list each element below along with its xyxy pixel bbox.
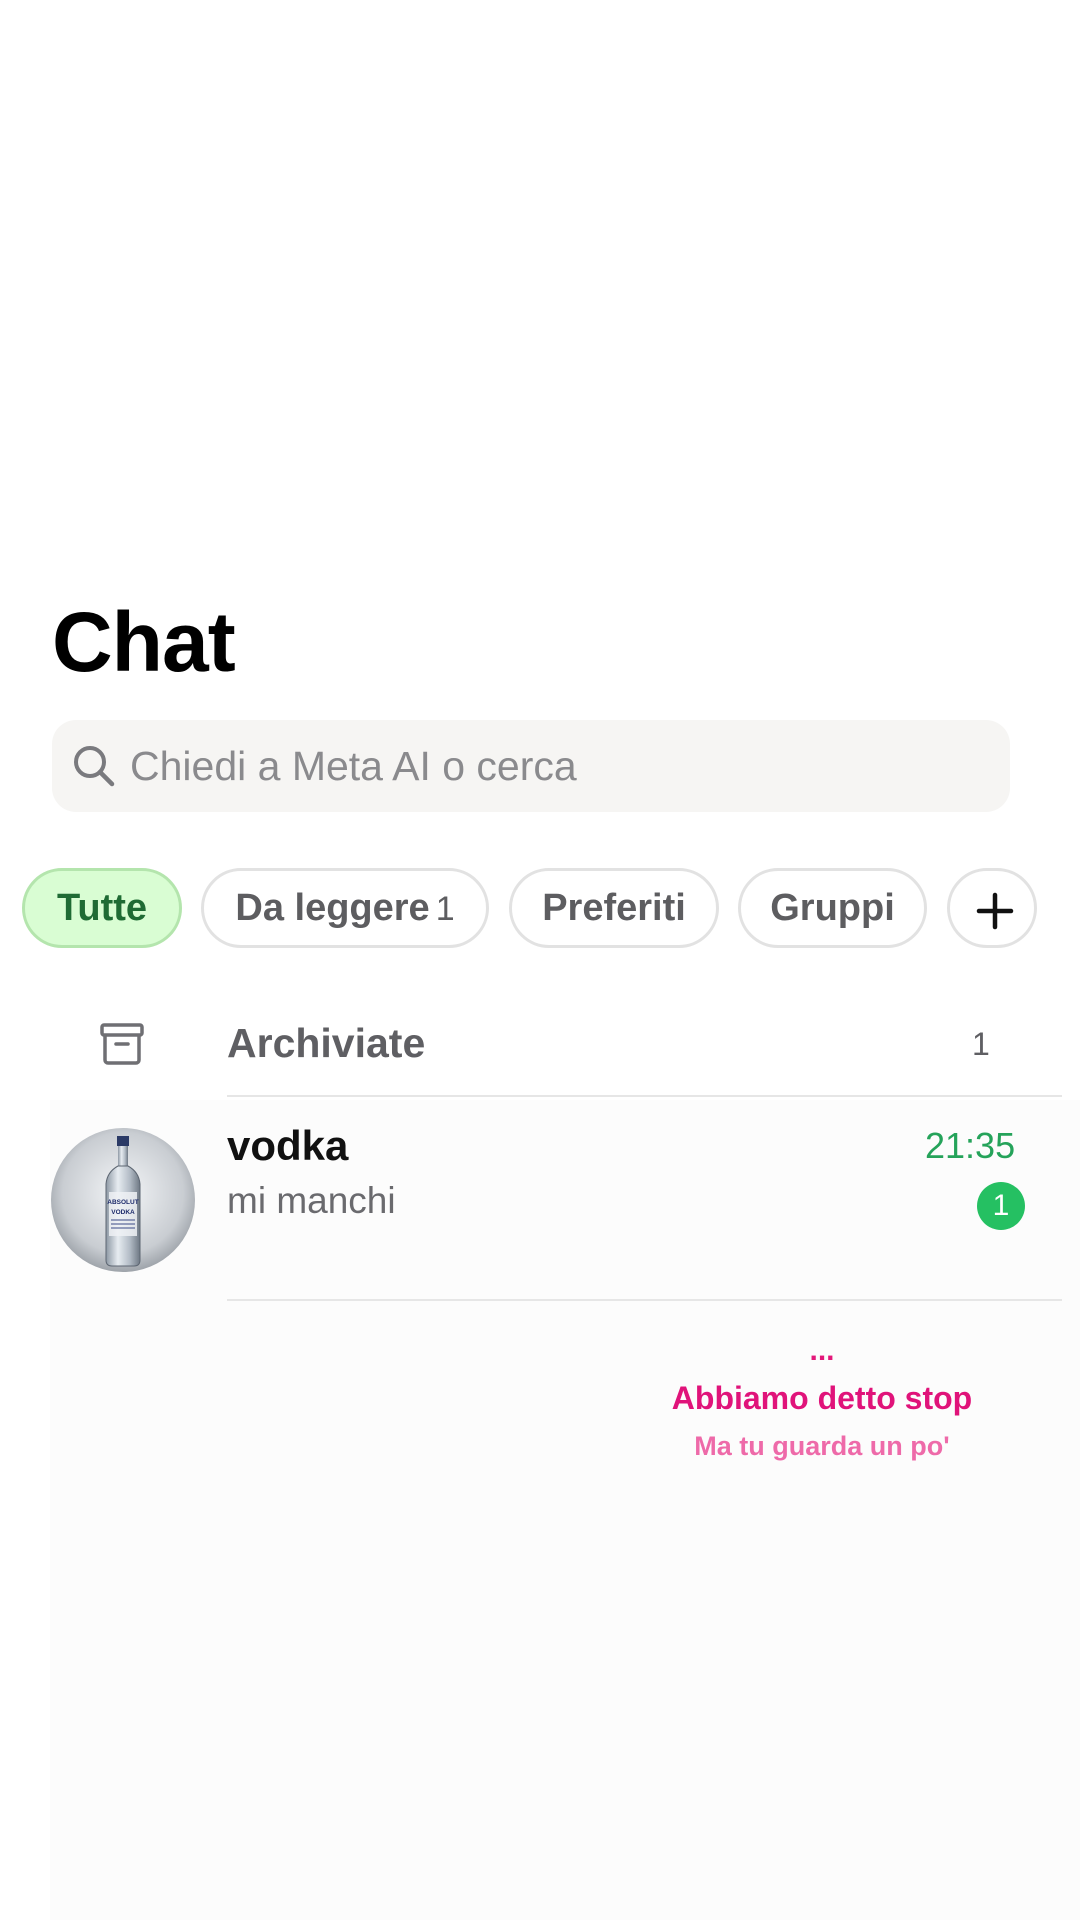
overlay-caption-main: Abbiamo detto stop [671, 1380, 973, 1416]
filter-chip-preferiti[interactable]: Preferiti [509, 868, 719, 948]
background-panel [50, 1100, 1080, 1920]
unread-badge: 1 [977, 1182, 1025, 1230]
chat-name: vodka [227, 1122, 349, 1169]
search-icon [74, 746, 115, 787]
archived-label: Archiviate [227, 1020, 426, 1066]
filter-chip-label: Tutte [56, 887, 148, 929]
filter-chip-label: Gruppi [770, 887, 895, 929]
filter-chip-gruppi[interactable]: Gruppi [738, 868, 927, 948]
filter-chip-count: 1 [435, 890, 455, 928]
archive-icon [100, 1023, 144, 1065]
divider [227, 1299, 1062, 1301]
overlay-dots: ... [809, 1334, 835, 1367]
vodka-bottle-avatar: ABSOLUT VODKA [51, 1128, 195, 1272]
plus-icon [976, 892, 1014, 930]
archived-count: 1 [972, 1026, 990, 1062]
bottle-label-line2: VODKA [111, 1209, 135, 1216]
filter-chip-label: Da leggere [235, 887, 430, 929]
archived-row[interactable]: Archiviate 1 [0, 1000, 1080, 1096]
add-filter-button[interactable] [947, 868, 1037, 948]
filter-chip-da-leggere[interactable]: Da leggere 1 [201, 868, 489, 948]
chat-preview: mi manchi [227, 1180, 396, 1221]
overlay-caption-sub: Ma tu guarda un po' [694, 1431, 950, 1461]
chat-time: 21:35 [925, 1125, 1016, 1166]
filter-chip-label: Preferiti [542, 887, 686, 929]
divider [227, 1095, 1062, 1097]
search-placeholder: Chiedi a Meta AI o cerca [130, 743, 577, 789]
avatar: ABSOLUT VODKA [51, 1128, 195, 1272]
bottle-label-line1: ABSOLUT [107, 1199, 138, 1206]
page-title: Chat [52, 595, 236, 689]
search-input[interactable]: Chiedi a Meta AI o cerca [52, 720, 1010, 812]
filter-chip-tutte[interactable]: Tutte [22, 868, 182, 948]
